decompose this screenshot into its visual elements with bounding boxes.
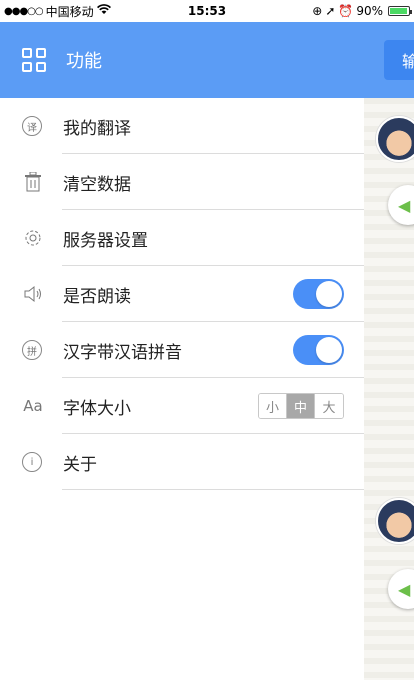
speaker-icon: ◀ — [398, 195, 411, 215]
menu-item-label: 汉字带汉语拼音 — [63, 342, 182, 363]
avatar — [376, 116, 414, 162]
font-size-large[interactable]: 大 — [315, 394, 343, 418]
location-icon: ➚ — [325, 4, 336, 18]
info-icon: i — [22, 452, 42, 472]
menu-item-read-aloud[interactable]: 是否朗读 — [0, 266, 364, 322]
font-size-medium[interactable]: 中 — [287, 394, 315, 418]
menu-item-my-translations[interactable]: 译 我的翻译 — [0, 98, 364, 154]
menu-item-label: 是否朗读 — [63, 286, 131, 307]
font-size-small[interactable]: 小 — [259, 394, 287, 418]
menu-item-label: 我的翻译 — [63, 118, 131, 139]
menu-item-about[interactable]: i 关于 — [0, 434, 364, 490]
drawer-header: 功能 — [0, 22, 364, 98]
background-translate-button[interactable]: 输 — [384, 40, 414, 80]
read-aloud-toggle[interactable] — [293, 279, 344, 309]
trash-icon — [22, 171, 44, 193]
avatar — [376, 498, 414, 544]
background-app-header: 输 — [364, 22, 414, 98]
wifi-icon — [96, 4, 111, 18]
menu-item-label: 关于 — [63, 454, 97, 475]
drawer-menu: 译 我的翻译 清空数据 服务器设置 是否朗读 拼 汉字带汉语拼音 Aa 字体大小… — [0, 98, 364, 490]
menu-item-server-settings[interactable]: 服务器设置 — [0, 210, 364, 266]
speaker-icon: ◀ — [398, 579, 411, 599]
status-bar: ●●●○○ 中国移动 15:53 ⊕ ➚ ⏰ 90% — [0, 0, 414, 22]
pinyin-icon: 拼 — [22, 340, 42, 360]
menu-item-label: 字体大小 — [63, 398, 131, 419]
menu-item-clear-data[interactable]: 清空数据 — [0, 154, 364, 210]
menu-item-label: 服务器设置 — [63, 230, 148, 251]
drawer-title: 功能 — [66, 51, 102, 72]
background-button-label: 输 — [402, 52, 414, 71]
font-size-selector: 小 中 大 — [258, 393, 344, 419]
carrier-name: 中国移动 — [45, 4, 94, 19]
grid-menu-icon — [22, 48, 46, 72]
menu-item-font-size: Aa 字体大小 小 中 大 — [0, 378, 364, 434]
translate-icon: 译 — [22, 116, 42, 136]
speaker-icon — [22, 283, 44, 305]
gear-icon — [22, 227, 44, 249]
signal-strength: ●●●○○ — [4, 5, 44, 17]
orientation-lock-icon: ⊕ — [312, 4, 323, 18]
alarm-icon: ⏰ — [338, 4, 354, 18]
battery-icon — [388, 6, 412, 16]
font-size-icon: Aa — [23, 397, 43, 415]
pinyin-toggle[interactable] — [293, 335, 344, 365]
battery-percentage: 90% — [356, 4, 383, 18]
menu-item-label: 清空数据 — [63, 174, 131, 195]
menu-item-pinyin[interactable]: 拼 汉字带汉语拼音 — [0, 322, 364, 378]
background-app[interactable]: 输 ◀ ◀ — [364, 22, 414, 680]
